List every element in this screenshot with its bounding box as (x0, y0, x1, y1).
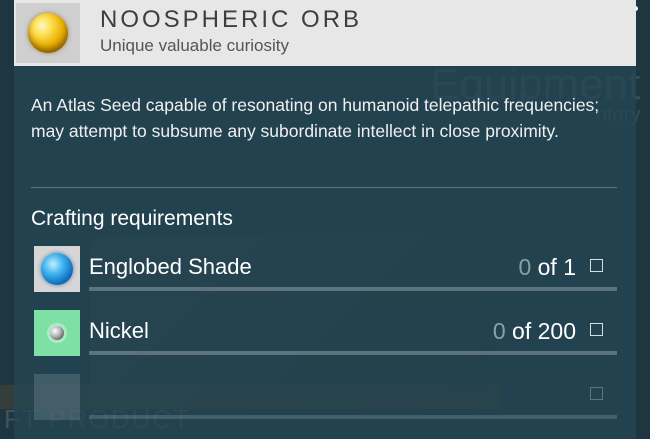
item-description: An Atlas Seed capable of resonating on h… (31, 95, 600, 141)
item-icon-frame (16, 3, 80, 63)
requirement-count: 0 of 1 (518, 254, 576, 281)
item-title: NOOSPHERIC ORB (100, 6, 363, 33)
requirement-row-englobed-shade: Englobed Shade 0 of 1 (14, 246, 636, 302)
requirement-name: Nickel (89, 318, 149, 343)
requirement-row-empty (14, 374, 636, 430)
englobed-shade-orb-icon (41, 253, 73, 285)
requirement-row-nickel: Nickel 0 of 200 (14, 310, 636, 366)
requirement-of: of (512, 318, 532, 344)
empty-slot-icon (34, 374, 80, 420)
requirement-checkbox-icon (590, 323, 603, 336)
requirement-progress-bar (89, 351, 617, 355)
requirement-have: 0 (492, 318, 506, 344)
item-tooltip-panel: NOOSPHERIC ORB Unique valuable curiosity… (14, 0, 636, 439)
crafting-requirements-label: Crafting requirements (31, 207, 233, 230)
requirement-progress-bar (89, 287, 617, 291)
requirement-name: Englobed Shade (89, 254, 252, 279)
requirement-count: 0 of 200 (493, 318, 576, 345)
item-subtitle: Unique valuable curiosity (100, 36, 289, 55)
requirement-of: of (537, 254, 557, 280)
section-divider (31, 187, 617, 188)
englobed-shade-icon (34, 246, 80, 292)
item-header: NOOSPHERIC ORB Unique valuable curiosity (14, 0, 636, 66)
requirement-checkbox-icon (590, 259, 603, 272)
requirement-need: 1 (563, 254, 576, 280)
requirement-checkbox-icon (590, 387, 603, 400)
requirement-need: 200 (537, 318, 576, 344)
golden-orb-icon (28, 13, 68, 53)
nickel-icon (34, 310, 80, 356)
nickel-element-icon (50, 326, 64, 340)
requirement-have: 0 (518, 254, 532, 280)
requirement-progress-bar (89, 415, 617, 419)
